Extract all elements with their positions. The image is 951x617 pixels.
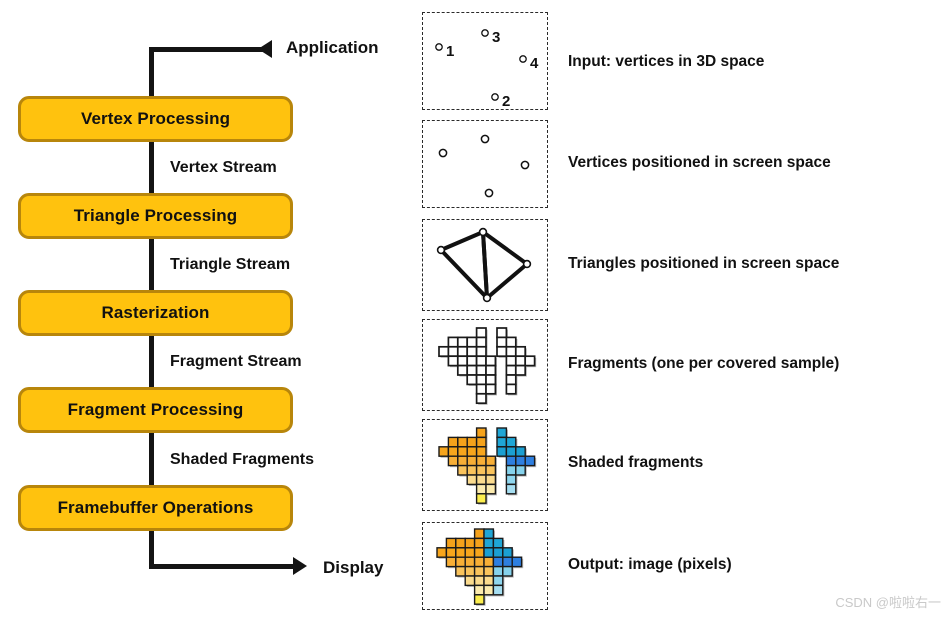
stage-label: Framebuffer Operations <box>57 498 254 517</box>
caption-output-image: Output: image (pixels) <box>568 556 732 573</box>
display-label: Display <box>323 558 384 577</box>
stage-label: Triangle Processing <box>73 206 238 225</box>
stream-label-shaded: Shaded Fragments <box>170 451 315 468</box>
stage-fragment-processing[interactable]: Fragment Processing <box>18 387 293 433</box>
panel-fragments <box>422 319 548 411</box>
application-connector <box>149 47 264 52</box>
watermark: CSDN @啦啦右一 <box>835 595 941 610</box>
caption-screen-vertices: Vertices positioned in screen space <box>568 154 831 171</box>
svg-text:3: 3 <box>492 29 500 46</box>
stage-label: Vertex Processing <box>80 109 231 128</box>
panel-triangles <box>422 219 548 311</box>
panel-output-image <box>422 522 548 610</box>
display-arrowhead <box>293 557 307 575</box>
pipeline-spine-1 <box>149 142 154 194</box>
caption-triangles: Triangles positioned in screen space <box>568 255 840 272</box>
stage-label: Fragment Processing <box>67 400 244 419</box>
panel-fragments-graphic <box>438 327 537 405</box>
stage-label: Rasterization <box>101 303 210 322</box>
stream-label-fragment: Fragment Stream <box>170 353 302 370</box>
svg-text:4: 4 <box>530 55 539 72</box>
pipeline-spine-2 <box>149 239 154 291</box>
display-connector <box>149 564 295 569</box>
pipeline-spine-top <box>149 47 154 97</box>
svg-text:1: 1 <box>446 43 454 60</box>
pipeline-diagram: Application Vertex Processing Vertex Str… <box>0 0 951 617</box>
panel-input-vertices-graphic: 1 2 3 4 <box>435 29 539 109</box>
panel-input-vertices: 1 2 3 4 <box>422 12 548 110</box>
stage-framebuffer-operations[interactable]: Framebuffer Operations <box>18 485 293 531</box>
pipeline-spine-3 <box>149 336 154 388</box>
stage-rasterization[interactable]: Rasterization <box>18 290 293 336</box>
caption-input-vertices: Input: vertices in 3D space <box>568 53 765 70</box>
panel-shaded-fragments <box>422 419 548 511</box>
svg-text:2: 2 <box>502 93 510 109</box>
panel-screen-vertices-graphic <box>438 134 530 198</box>
caption-shaded-fragments: Shaded fragments <box>568 454 704 471</box>
panel-triangles-graphic <box>436 227 532 303</box>
application-label: Application <box>286 38 379 57</box>
stage-triangle-processing[interactable]: Triangle Processing <box>18 193 293 239</box>
application-arrowhead <box>258 40 272 58</box>
stage-vertex-processing[interactable]: Vertex Processing <box>18 96 293 142</box>
panel-output-image-graphic <box>436 528 524 606</box>
panel-shaded-fragments-graphic <box>438 427 537 505</box>
stream-label-triangle: Triangle Stream <box>170 256 291 273</box>
stream-label-vertex: Vertex Stream <box>170 159 277 176</box>
caption-fragments: Fragments (one per covered sample) <box>568 355 840 372</box>
pipeline-spine-4 <box>149 433 154 485</box>
panel-screen-vertices <box>422 120 548 208</box>
